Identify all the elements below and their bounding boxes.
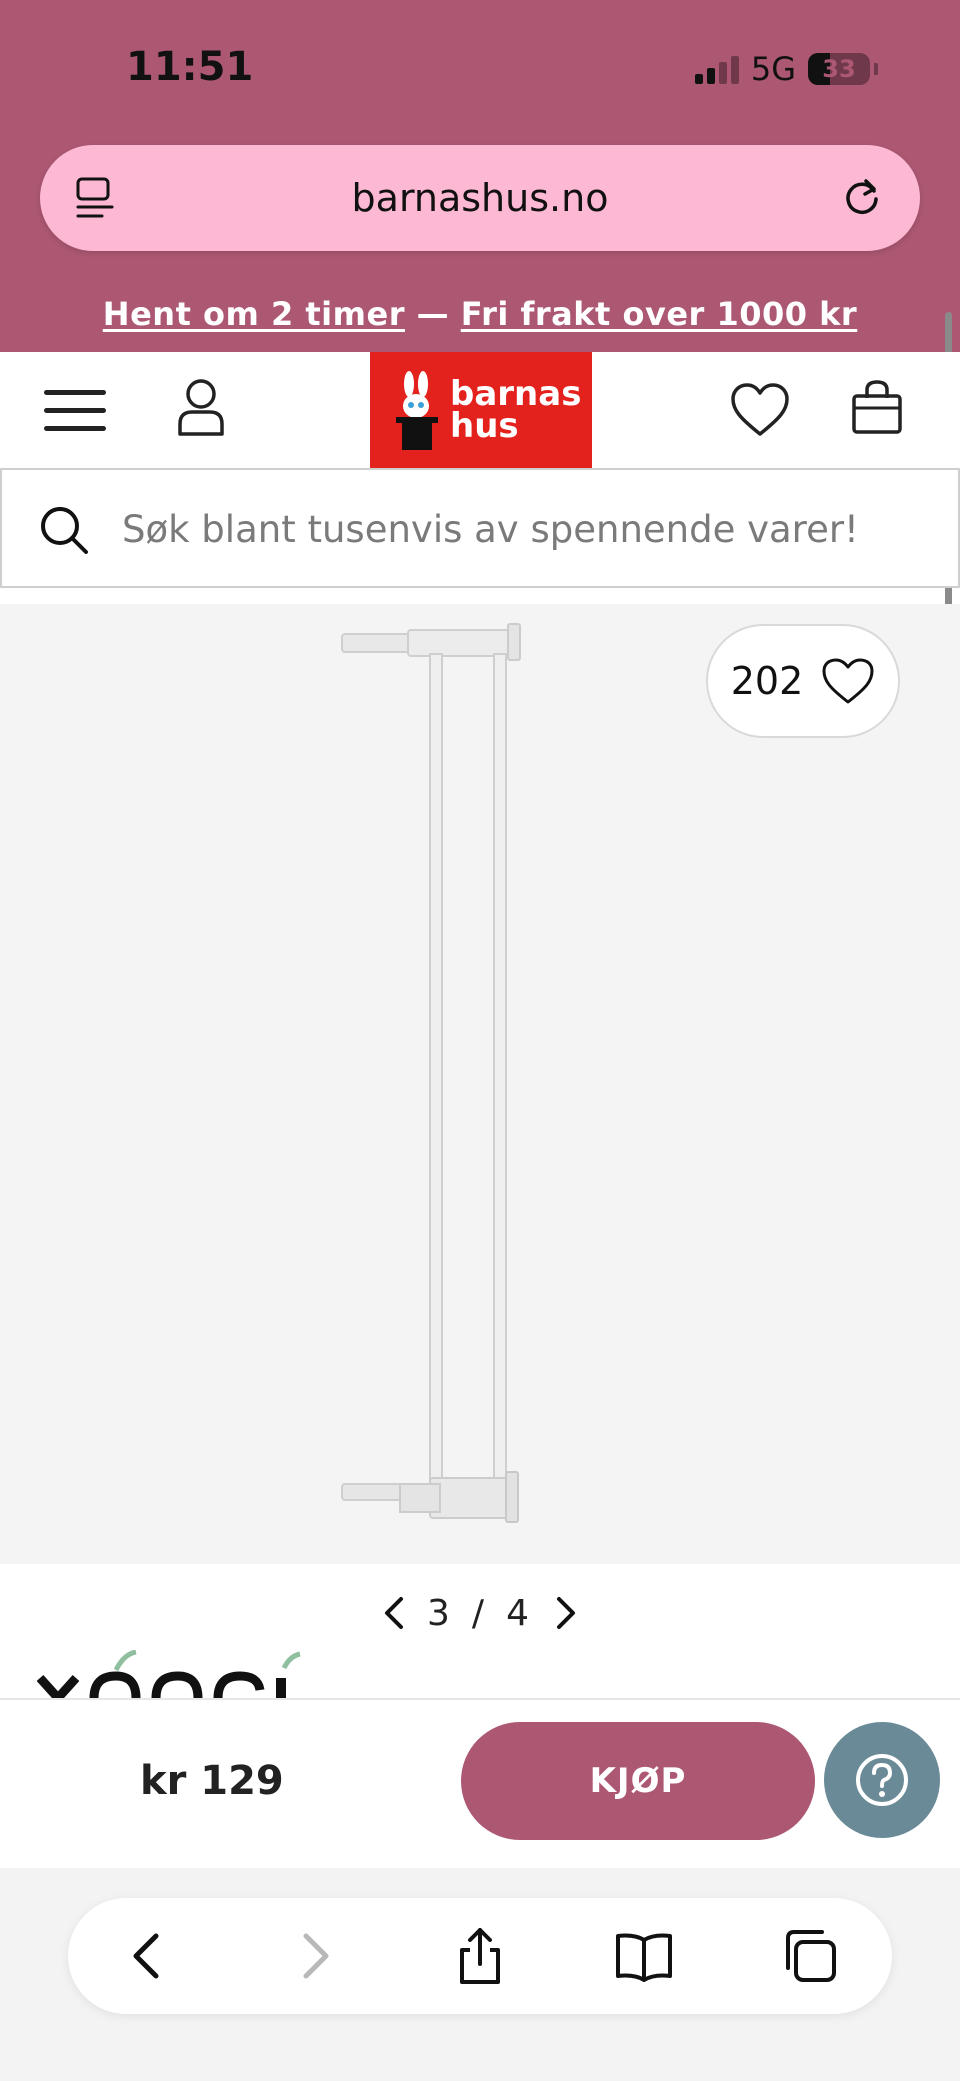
bookmarks-icon[interactable] xyxy=(614,1926,674,1986)
promo-separator: — xyxy=(416,295,450,333)
battery-icon: 33 xyxy=(808,53,870,85)
logo-line2: hus xyxy=(450,406,519,446)
search-bar xyxy=(0,468,960,588)
chevron-left-icon[interactable] xyxy=(379,1593,409,1633)
account-icon[interactable] xyxy=(176,376,226,438)
heart-icon xyxy=(822,658,874,704)
like-count: 202 xyxy=(730,659,804,703)
pager-total: 4 xyxy=(506,1592,533,1634)
status-indicators: 5G 33 xyxy=(694,50,878,88)
promo-shipping-link[interactable]: Fri frakt over 1000 kr xyxy=(461,295,857,333)
question-icon xyxy=(856,1754,908,1806)
page-menu-icon[interactable] xyxy=(74,175,120,221)
like-button[interactable]: 202 xyxy=(706,624,900,738)
url-text: barnashus.no xyxy=(351,176,609,220)
bunny-logo-icon xyxy=(396,371,438,450)
status-time: 11:51 xyxy=(126,44,254,90)
pager-current: 3 xyxy=(427,1592,454,1634)
search-input[interactable] xyxy=(122,498,942,560)
help-button[interactable] xyxy=(824,1722,940,1838)
network-label: 5G xyxy=(750,50,796,88)
tabs-icon[interactable] xyxy=(780,1926,840,1986)
menu-icon[interactable] xyxy=(44,388,108,434)
promo-pickup-link[interactable]: Hent om 2 timer xyxy=(103,295,405,333)
chevron-right-icon[interactable] xyxy=(551,1593,581,1633)
buy-bar: kr 129 KJØP xyxy=(0,1698,960,1868)
browser-chrome-top: 11:51 5G 33 barnashus.no Hent om 2 timer… xyxy=(0,0,960,352)
site-logo[interactable]: barnas hus xyxy=(370,352,592,468)
share-icon[interactable] xyxy=(450,1926,510,1986)
buy-button[interactable]: KJØP xyxy=(461,1722,815,1840)
signal-icon xyxy=(694,54,739,84)
battery-level: 33 xyxy=(822,55,856,83)
back-icon[interactable] xyxy=(118,1926,178,1986)
brand-logo-partial xyxy=(36,1650,301,1698)
search-icon[interactable] xyxy=(38,504,90,556)
promo-banner: Hent om 2 timer — Fri frakt over 1000 kr xyxy=(0,295,960,333)
address-bar[interactable]: barnashus.no xyxy=(40,145,920,251)
reload-icon[interactable] xyxy=(838,173,886,221)
pager-separator: / xyxy=(471,1592,489,1634)
forward-icon[interactable] xyxy=(284,1926,344,1986)
cart-icon[interactable] xyxy=(850,378,904,436)
product-image[interactable] xyxy=(330,620,550,1540)
product-price: kr 129 xyxy=(140,1758,284,1804)
gallery-pager: 3 / 4 xyxy=(0,1585,960,1641)
site-header: barnas hus xyxy=(0,352,960,468)
browser-toolbar xyxy=(68,1898,892,2014)
wishlist-icon[interactable] xyxy=(730,382,790,438)
